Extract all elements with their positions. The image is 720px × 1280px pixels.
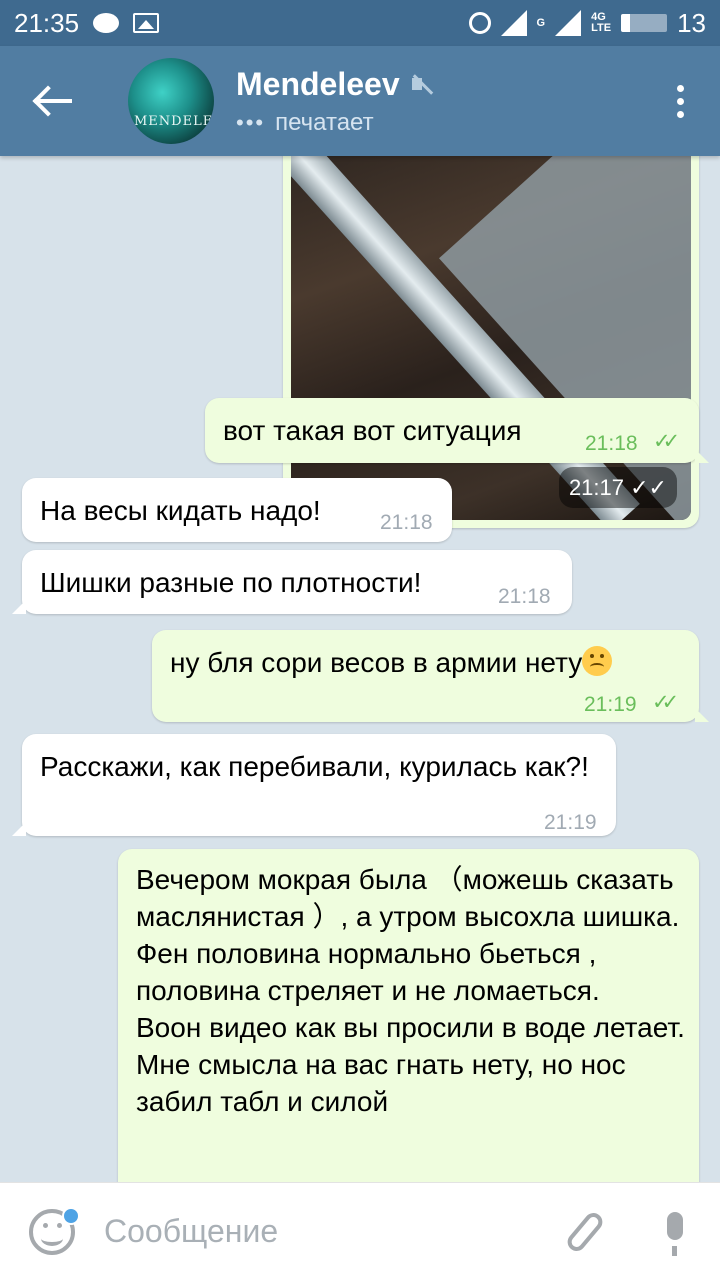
message-text: ну бля сори весов в армии нету <box>170 647 583 678</box>
message-time: 21:18 <box>380 511 433 534</box>
message-text: На весы кидать надо! <box>40 495 321 526</box>
photo-message[interactable]: 21:17 ✓✓ <box>283 156 699 528</box>
message-time: 21:19 <box>544 811 597 834</box>
outgoing-message[interactable]: Вечером мокрая была （можешь сказать масл… <box>118 849 699 1182</box>
voice-record-button[interactable] <box>630 1183 720 1280</box>
message-time: 21:18 <box>498 585 551 608</box>
message-input[interactable] <box>104 1201 540 1262</box>
avatar-logo-text: MENDELE <box>134 114 214 129</box>
alarm-icon <box>468 12 491 34</box>
menu-dot-icon <box>676 84 684 92</box>
double-check-icon: ✓✓ <box>630 475 667 500</box>
emoji-button[interactable] <box>0 1183 104 1280</box>
menu-dot-icon <box>676 110 684 118</box>
typing-dots-icon: ••• <box>236 109 266 135</box>
chat-header: MENDELE Mendeleev ••• печатает <box>0 46 720 156</box>
incoming-message[interactable]: На весы кидать надо! 21:18 <box>22 478 452 542</box>
status-bar: 21:35 G 4G LTE 13 <box>0 0 720 46</box>
message-text: Вечером мокрая была （можешь сказать масл… <box>136 864 685 1117</box>
double-check-icon: ✓✓ <box>653 430 680 453</box>
attach-button[interactable] <box>540 1183 630 1280</box>
incoming-message[interactable]: Шишки разные по плотности! 21:18 <box>12 550 572 614</box>
message-text: Расскажи, как перебивали, курилась как?! <box>40 751 589 782</box>
message-time: 21:18 <box>585 432 638 455</box>
upside-down-face-emoji-icon <box>582 646 613 676</box>
signal-icon-2 <box>555 10 582 36</box>
message-list[interactable]: 21:17 ✓✓ вот такая вот ситуация 21:18 ✓✓… <box>0 156 720 1182</box>
chat-title: Mendeleev <box>236 65 400 102</box>
network-g-label: G <box>536 16 546 29</box>
signal-icon <box>500 10 527 36</box>
battery-level: 13 <box>677 7 706 38</box>
chat-status: печатает <box>275 108 374 136</box>
menu-dot-icon <box>676 97 684 105</box>
menu-button[interactable] <box>640 46 720 156</box>
battery-icon <box>621 14 668 32</box>
message-input-bar <box>0 1182 720 1280</box>
outgoing-message[interactable]: ну бля сори весов в армии нету 21:19 ✓✓ <box>152 630 709 722</box>
back-button[interactable] <box>0 46 110 156</box>
message-text: Шишки разные по плотности! <box>40 567 422 598</box>
chat-notification-icon <box>93 13 120 33</box>
microphone-icon <box>667 1211 683 1256</box>
message-text: вот такая вот ситуация <box>223 415 522 446</box>
outgoing-message[interactable]: вот такая вот ситуация 21:18 ✓✓ <box>205 398 709 463</box>
incoming-message[interactable]: Расскажи, как перебивали, курилась как?!… <box>12 734 616 836</box>
notification-dot <box>62 1206 80 1225</box>
message-time: 21:17 ✓✓ <box>558 467 677 508</box>
image-notification-icon <box>133 13 160 33</box>
muted-speaker-icon <box>410 72 434 96</box>
paperclip-icon <box>563 1208 607 1255</box>
double-check-icon: ✓✓ <box>652 691 679 714</box>
status-time: 21:35 <box>14 7 80 38</box>
network-lte-label: LTE <box>591 22 612 34</box>
message-time: 21:19 <box>584 693 637 716</box>
photo-image[interactable]: 21:17 ✓✓ <box>291 156 691 520</box>
chat-title-block[interactable]: Mendeleev ••• печатает <box>236 66 434 137</box>
avatar[interactable]: MENDELE <box>128 58 214 144</box>
arrow-left-icon <box>38 99 72 103</box>
